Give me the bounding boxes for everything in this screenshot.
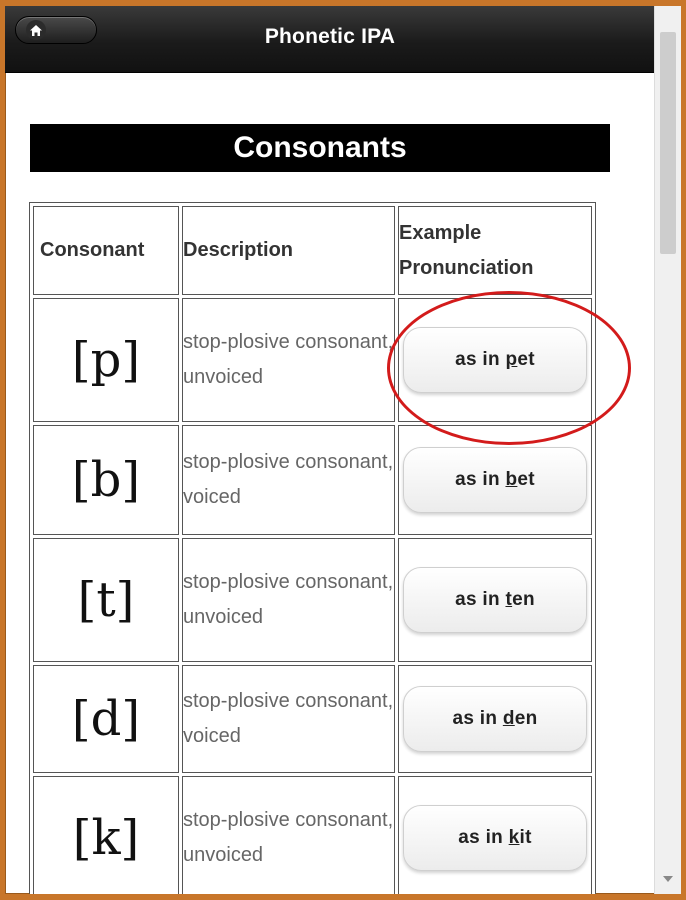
example-underlined: p — [505, 349, 518, 370]
table-row: [d] stop-plosive consonant, voiced as in… — [33, 665, 592, 773]
example-cell: as in pet — [398, 298, 592, 422]
example-suffix: it — [519, 827, 532, 848]
home-button[interactable] — [15, 16, 97, 44]
ipa-symbol: [t] — [33, 538, 179, 662]
example-cell: as in bet — [398, 425, 592, 535]
column-header-example: Example Pronunciation — [398, 206, 592, 295]
example-suffix: en — [512, 589, 535, 610]
table-row: [k] stop-plosive consonant, unvoiced as … — [33, 776, 592, 894]
example-suffix: et — [517, 349, 535, 370]
description-cell: stop-plosive consonant, unvoiced — [182, 538, 395, 662]
description-cell: stop-plosive consonant, voiced — [182, 425, 395, 535]
ipa-symbol: [k] — [33, 776, 179, 894]
example-cell: as in ten — [398, 538, 592, 662]
example-button-den[interactable]: as in den — [403, 686, 587, 752]
header-bar: Phonetic IPA — [5, 6, 655, 73]
ipa-symbol: [p] — [33, 298, 179, 422]
example-prefix: as in — [455, 589, 506, 610]
example-underlined: b — [505, 469, 518, 490]
example-button-kit[interactable]: as in kit — [403, 805, 587, 871]
example-cell: as in den — [398, 665, 592, 773]
column-header-consonant: Consonant — [33, 206, 179, 295]
example-prefix: as in — [455, 349, 506, 370]
home-icon — [26, 20, 46, 40]
ipa-symbol: [b] — [33, 425, 179, 535]
description-cell: stop-plosive consonant, unvoiced — [182, 776, 395, 894]
table-header-row: Consonant Description Example Pronunciat… — [33, 206, 592, 295]
example-button-pet[interactable]: as in pet — [403, 327, 587, 393]
example-underlined: d — [502, 708, 515, 729]
example-suffix: en — [514, 708, 538, 729]
app-window: Phonetic IPA Consonants Consonant Descri… — [5, 6, 681, 894]
description-cell: stop-plosive consonant, voiced — [182, 665, 395, 773]
example-suffix: et — [517, 469, 535, 490]
example-button-ten[interactable]: as in ten — [403, 567, 587, 633]
section-title: Consonants — [30, 124, 610, 172]
example-button-bet[interactable]: as in bet — [403, 447, 587, 513]
description-cell: stop-plosive consonant, unvoiced — [182, 298, 395, 422]
ipa-symbol: [d] — [33, 665, 179, 773]
vertical-scrollbar[interactable] — [654, 6, 681, 894]
scroll-thumb[interactable] — [660, 32, 676, 254]
example-prefix: as in — [455, 469, 506, 490]
column-header-description: Description — [182, 206, 395, 295]
example-prefix: as in — [458, 827, 509, 848]
example-cell: as in kit — [398, 776, 592, 894]
table-row: [t] stop-plosive consonant, unvoiced as … — [33, 538, 592, 662]
scroll-down-arrow-icon[interactable] — [663, 876, 673, 882]
consonant-table: Consonant Description Example Pronunciat… — [29, 202, 596, 894]
table-row: [p] stop-plosive consonant, unvoiced as … — [33, 298, 592, 422]
page-title: Phonetic IPA — [264, 25, 396, 48]
example-underlined: k — [508, 827, 520, 848]
table-row: [b] stop-plosive consonant, voiced as in… — [33, 425, 592, 535]
example-prefix: as in — [452, 708, 503, 729]
